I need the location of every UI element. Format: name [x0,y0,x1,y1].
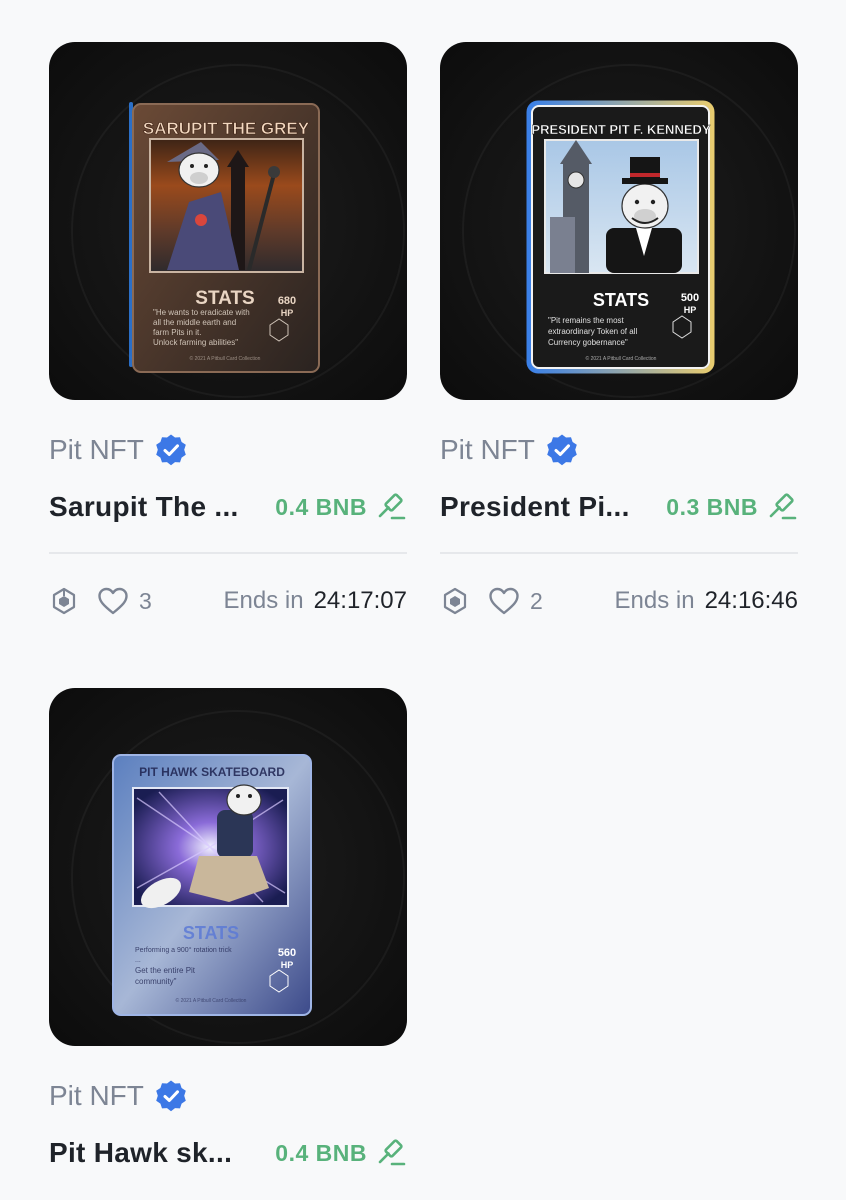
card-footer: 3 Ends in 24:17:07 [49,581,407,621]
gavel-icon [769,493,797,520]
ends-time: 24:16:46 [704,587,798,614]
art-hp-unit: HP [684,305,697,315]
art-desc-line: Unlock farming abilities" [153,338,238,347]
auction-countdown: Ends in 24:16:46 [615,587,798,615]
nft-card-artwork: PRESIDENT PIT F. KENNEDY STATS 500 HP "P… [526,100,715,374]
price-group: 0.3 BNB [666,492,798,522]
bnb-chain-icon [443,587,467,615]
art-desc-line: all the middle earth and [153,318,236,327]
creator-name[interactable]: Pit NFT [440,434,535,466]
art-footer: © 2021 A Pitbull Card Collection [586,355,657,362]
art-desc-line: Get the entire Pit [135,966,196,975]
nft-price: 0.4 BNB [275,1139,367,1166]
gavel-icon [378,1139,406,1166]
creator-name[interactable]: Pit NFT [49,1080,144,1112]
creator-row[interactable]: Pit NFT [49,1076,407,1116]
nft-title[interactable]: Pit Hawk sk... [49,1137,232,1169]
nft-card[interactable]: PIT HAWK SKATEBOARD STATS 560 HP Perform… [49,688,407,1175]
art-desc-line: Performing a 900° rotation trick [135,946,232,954]
nft-card[interactable]: PRESIDENT PIT F. KENNEDY STATS 500 HP "P… [440,42,798,621]
price-group: 0.4 BNB [275,1138,407,1168]
title-row: Pit Hawk sk... 0.4 BNB [49,1131,407,1175]
title-row: President Pi... 0.3 BNB [440,485,798,529]
heart-icon[interactable] [488,586,520,616]
art-desc-line: "He wants to eradicate with [153,308,250,317]
art-hp-unit: HP [281,308,294,318]
creator-name[interactable]: Pit NFT [49,434,144,466]
art-hp-unit: HP [281,960,294,970]
art-hp-value: 560 [278,947,296,959]
like-count: 3 [139,587,152,614]
ends-label: Ends in [614,587,695,614]
like-count: 2 [530,587,543,614]
nft-thumbnail[interactable]: SARUPIT THE GREY STATS 680 HP "He wants … [49,42,407,400]
art-desc-line: farm Pits in it. [153,328,201,337]
price-group: 0.4 BNB [275,492,407,522]
art-footer: © 2021 A Pitbull Card Collection [176,997,247,1004]
verified-badge-icon [547,434,577,466]
divider [440,552,798,554]
heart-icon[interactable] [97,586,129,616]
auction-countdown: Ends in 24:17:07 [224,587,407,615]
art-header: SARUPIT THE GREY [143,119,310,138]
art-stats-label: STATS [593,290,649,310]
art-footer: © 2021 A Pitbull Card Collection [190,355,261,362]
verified-badge-icon [156,434,186,466]
art-desc-line: community" [135,977,177,986]
nft-title[interactable]: President Pi... [440,491,630,523]
nft-thumbnail[interactable]: PRESIDENT PIT F. KENNEDY STATS 500 HP "P… [440,42,798,400]
art-desc-line: ... [135,957,141,964]
art-hp-value: 500 [681,292,699,304]
art-desc-line: Currency gobernance" [548,338,628,347]
nft-price: 0.4 BNB [275,493,367,520]
art-desc-line: extraordinary Token of all [548,327,637,336]
nft-thumbnail[interactable]: PIT HAWK SKATEBOARD STATS 560 HP Perform… [49,688,407,1046]
nft-card-artwork: SARUPIT THE GREY STATS 680 HP "He wants … [129,102,320,373]
art-hp-value: 680 [278,295,296,307]
nft-card-artwork: PIT HAWK SKATEBOARD STATS 560 HP Perform… [112,754,312,1016]
card-footer: 2 Ends in 24:16:46 [440,581,798,621]
creator-row[interactable]: Pit NFT [49,430,407,470]
art-stats-label: STATS [195,288,254,309]
art-stats-label: STATS [183,923,239,943]
title-row: Sarupit The ... 0.4 BNB [49,485,407,529]
art-desc-line: "Pit remains the most [548,316,625,325]
divider [49,552,407,554]
ends-time: 24:17:07 [313,587,407,614]
nft-price: 0.3 BNB [666,493,758,520]
gavel-icon [378,493,406,520]
verified-badge-icon [156,1080,186,1112]
art-header: PRESIDENT PIT F. KENNEDY [531,122,710,137]
bnb-chain-icon [52,587,76,615]
ends-label: Ends in [223,587,304,614]
creator-row[interactable]: Pit NFT [440,430,798,470]
nft-card[interactable]: SARUPIT THE GREY STATS 680 HP "He wants … [49,42,407,621]
art-header: PIT HAWK SKATEBOARD [139,765,285,779]
nft-title[interactable]: Sarupit The ... [49,491,239,523]
